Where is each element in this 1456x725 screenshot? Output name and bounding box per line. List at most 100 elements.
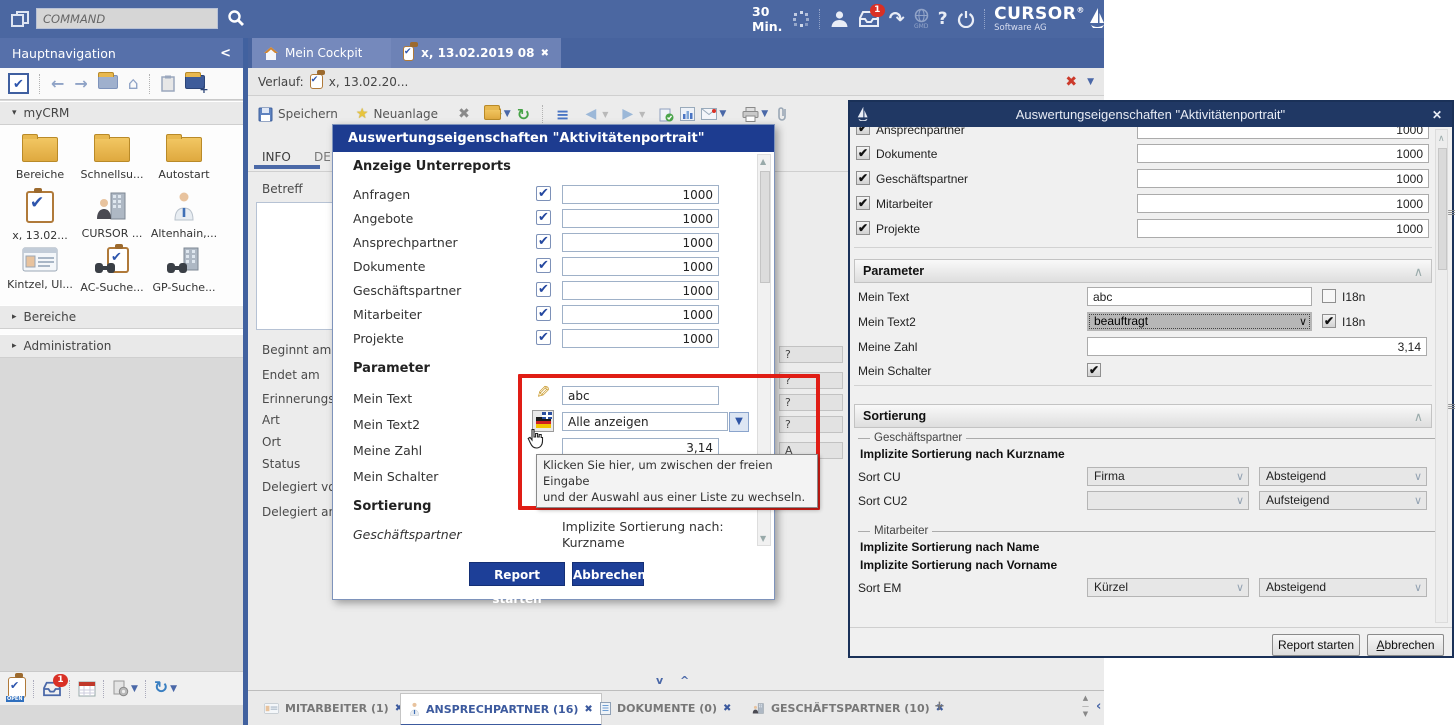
checkbox-checked[interactable]: ✔ bbox=[856, 127, 870, 135]
form-tab-details[interactable]: DE bbox=[314, 150, 331, 164]
meine-zahl-input[interactable] bbox=[1087, 337, 1427, 356]
scroll-up-icon[interactable]: ▲ bbox=[760, 157, 766, 166]
sort-em-direction-combobox[interactable]: Absteigend∨ bbox=[1259, 578, 1427, 597]
sort-cu-direction-combobox[interactable]: Absteigend∨ bbox=[1259, 467, 1427, 486]
collapse-panel-icon[interactable]: v bbox=[656, 674, 663, 687]
checkbox-checked[interactable]: ✔ bbox=[536, 234, 551, 249]
i18n-checkbox-checked[interactable]: ✔ bbox=[1322, 314, 1336, 328]
close-icon[interactable]: ✖ bbox=[723, 703, 731, 714]
panel-grip[interactable]: ≡ bbox=[1447, 208, 1456, 218]
delete-icon[interactable]: ✖ bbox=[458, 106, 470, 122]
sortierung-section-header[interactable]: Sortierung ∧ bbox=[854, 404, 1432, 428]
sidebar-section-mycrm[interactable]: ▾ myCRM bbox=[0, 101, 243, 125]
settings-doc-icon[interactable]: ▼ bbox=[112, 680, 138, 697]
sidebar-section-bereiche[interactable]: ▸ Bereiche bbox=[0, 305, 243, 329]
mein-text2-combobox[interactable]: beauftragt∨ bbox=[1087, 312, 1312, 331]
parameter-section-header[interactable]: Parameter ∧ bbox=[854, 259, 1432, 283]
scroll-thumb[interactable] bbox=[760, 171, 770, 283]
footer-inbox-icon[interactable]: 1 bbox=[42, 681, 62, 697]
task-view-icon[interactable]: ✔ bbox=[8, 73, 29, 94]
max-rows-input[interactable] bbox=[1137, 194, 1429, 213]
max-rows-input[interactable] bbox=[562, 233, 719, 252]
next-record-icon[interactable]: ▶ bbox=[622, 106, 633, 122]
mail-icon[interactable]: ▼ bbox=[701, 108, 726, 120]
bottom-tab-ansprechpartner[interactable]: ANSPRECHPARTNER (16) ✖ bbox=[400, 693, 602, 725]
sort-cu2-direction-combobox[interactable]: Aufsteigend∨ bbox=[1259, 491, 1427, 510]
sort-cu-combobox[interactable]: Firma∨ bbox=[1087, 467, 1249, 486]
open-tasks-icon[interactable]: ✔ OPEN bbox=[8, 677, 26, 701]
prev-record-icon[interactable]: ◀ bbox=[585, 106, 596, 122]
bottom-tab-mitarbeiter[interactable]: MITARBEITER (1) ✖ bbox=[256, 693, 411, 723]
clipboard-icon[interactable] bbox=[161, 75, 175, 92]
checkbox-checked[interactable]: ✔ bbox=[536, 282, 551, 297]
refresh-icon[interactable]: ↻ ▼ bbox=[154, 680, 177, 697]
sidebar-item-schnellsuche[interactable]: Schnellsu... bbox=[76, 137, 148, 181]
report-start-button[interactable]: Report starten bbox=[469, 562, 565, 586]
verlauf-item[interactable]: x, 13.02.20... bbox=[329, 75, 409, 89]
close-icon[interactable]: ✖ bbox=[541, 48, 549, 59]
form-tab-info[interactable]: INFO bbox=[262, 150, 291, 164]
dropdown-icon[interactable]: ▼ bbox=[131, 684, 138, 694]
window-scrollbar[interactable]: ∧ bbox=[1435, 129, 1448, 623]
max-rows-input[interactable] bbox=[562, 185, 719, 204]
checkbox-checked[interactable]: ✔ bbox=[536, 330, 551, 345]
sidebar-item-gp-suche[interactable]: GP-Suche... bbox=[148, 247, 220, 294]
window-titlebar[interactable]: Auswertungseigenschaften "Aktivitätenpor… bbox=[850, 102, 1452, 127]
dropdown-icon[interactable]: ▼ bbox=[719, 109, 726, 119]
forward-icon[interactable]: → bbox=[74, 74, 87, 93]
checkbox-checked[interactable]: ✔ bbox=[856, 221, 870, 235]
search-icon[interactable] bbox=[226, 8, 246, 28]
collapse-section-icon[interactable]: ∧ bbox=[1414, 409, 1423, 424]
sidebar-item-bereiche[interactable]: Bereiche bbox=[4, 137, 76, 181]
max-rows-input[interactable] bbox=[1137, 127, 1429, 139]
sidebar-item-task[interactable]: ✔ x, 13.02... bbox=[4, 191, 76, 242]
cancel-button[interactable]: Abbrechen bbox=[572, 562, 644, 586]
calendar-icon[interactable] bbox=[78, 681, 96, 697]
max-rows-input[interactable] bbox=[1137, 169, 1429, 188]
sidebar-item-autostart[interactable]: Autostart bbox=[148, 137, 220, 181]
scroll-thumb[interactable] bbox=[1438, 148, 1447, 270]
window-copy-icon[interactable] bbox=[9, 8, 31, 30]
max-rows-input[interactable] bbox=[562, 281, 719, 300]
clear-history-icon[interactable]: ✖ bbox=[1065, 74, 1077, 90]
background-field[interactable]: ? bbox=[779, 346, 843, 363]
checkbox-checked[interactable]: ✔ bbox=[536, 306, 551, 321]
paperclip-icon[interactable] bbox=[778, 106, 788, 122]
i18n-checkbox-unchecked[interactable] bbox=[1322, 289, 1336, 303]
sidebar-item-ac-suche[interactable]: ✔ AC-Suche... bbox=[76, 247, 148, 294]
max-rows-input[interactable] bbox=[562, 329, 719, 348]
checkbox-checked[interactable]: ✔ bbox=[856, 196, 870, 210]
bottom-tab-geschaeftspartner[interactable]: GESCHÄFTSPARTNER (10) ✖ bbox=[744, 693, 952, 723]
scroll-down-icon[interactable]: ▼ bbox=[760, 534, 766, 543]
inbox-icon[interactable]: 1 bbox=[858, 10, 880, 28]
max-rows-input[interactable] bbox=[562, 305, 719, 324]
power-icon[interactable] bbox=[957, 10, 975, 28]
mein-text-input[interactable] bbox=[1087, 287, 1312, 306]
save-button[interactable]: Speichern bbox=[258, 107, 338, 122]
home-icon[interactable]: ⌂ bbox=[128, 74, 139, 94]
dropdown-icon[interactable]: ▼ bbox=[504, 109, 511, 119]
expand-panel-icon[interactable]: ^ bbox=[680, 674, 689, 687]
panel-collapse-left-icon[interactable]: ‹ bbox=[1096, 699, 1101, 714]
sidebar-item-cursor[interactable]: CURSOR ... bbox=[76, 191, 148, 240]
help-icon[interactable]: ? bbox=[938, 11, 948, 28]
tab-vorgang[interactable]: ✔ x, 13.02.2019 08:41 ✖ bbox=[391, 38, 561, 68]
sidebar-section-administration[interactable]: ▸ Administration bbox=[0, 334, 243, 358]
max-rows-input[interactable] bbox=[562, 209, 719, 228]
scroll-up-icon[interactable]: ∧ bbox=[1438, 133, 1445, 144]
print-button[interactable]: ▼ bbox=[742, 107, 768, 122]
checkbox-checked[interactable]: ✔ bbox=[856, 171, 870, 185]
checkbox-checked[interactable]: ✔ bbox=[536, 210, 551, 225]
sort-cu2-combobox[interactable]: ∨ bbox=[1087, 491, 1249, 510]
new-button[interactable]: ★ Neuanlage bbox=[356, 106, 438, 122]
mein-schalter-checkbox-checked[interactable]: ✔ bbox=[1087, 363, 1101, 377]
folder-up-icon[interactable] bbox=[98, 75, 118, 92]
reload-record-icon[interactable]: ▼ ▼ bbox=[484, 106, 511, 122]
menu-icon[interactable]: ≡ bbox=[556, 105, 569, 124]
dropdown-icon[interactable]: ▼ bbox=[602, 110, 608, 119]
sidebar-item-idcard[interactable]: Kintzel, Ul... bbox=[4, 247, 76, 291]
max-rows-input[interactable] bbox=[1137, 219, 1429, 238]
max-rows-input[interactable] bbox=[1137, 144, 1429, 163]
add-tab-button[interactable]: + bbox=[934, 699, 945, 714]
tab-scroll-control[interactable]: ▲—▼ bbox=[1082, 694, 1089, 718]
